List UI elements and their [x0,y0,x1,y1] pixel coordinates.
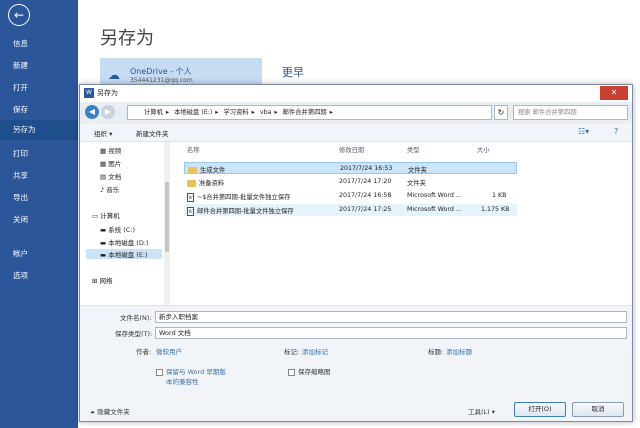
compat-label-line2: 本的兼容性 [166,378,199,386]
nav-close[interactable]: 关闭 [0,210,78,230]
drive-icon: ▬ [100,226,109,234]
network-icon: ⊞ [92,277,100,285]
tree-item-music[interactable]: ♪ 音乐 [100,184,119,194]
open-button[interactable]: 打开(O) [514,402,566,417]
nav-account[interactable]: 帐户 [0,244,78,264]
word-doc-icon: W [187,206,194,216]
computer-icon: ▭ [92,212,101,220]
checkbox-icon [156,368,163,376]
tools-button[interactable]: 工具(L) ▾ [468,406,495,416]
onedrive-email: 354441231@qq.com [130,77,193,84]
column-name[interactable]: 名称 [187,145,200,154]
thumbnail-checkbox[interactable]: 保存缩略图 [288,366,331,376]
address-input[interactable]: 计算机 ▸ 本地磁盘 (E:) ▸ 学习资料 ▸ vba ▸ 邮件合并第四期 ▸ [127,105,492,120]
file-row[interactable]: 生成文件 2017/7/24 16:53 文件夹 [184,162,517,174]
document-icon: ▤ [100,173,109,181]
back-arrow-icon[interactable]: ← [8,4,30,26]
tree-item-pictures[interactable]: ▦ 图片 [100,158,121,168]
dialog-titlebar[interactable]: W 另存为 ✕ [80,85,632,102]
nav-save-as[interactable]: 另存为 [0,120,78,140]
filename-input[interactable]: 新步入职档案 [155,311,627,323]
search-input[interactable]: 搜索 邮件合并第四期 [513,105,628,120]
nav-export[interactable]: 导出 [0,188,78,208]
file-row[interactable]: 准备资料 2017/7/24 17:20 文件夹 [184,176,517,188]
tags-label: 标记: [284,348,300,356]
author-value[interactable]: 微软用户 [156,346,182,356]
file-row[interactable]: W 邮件合并第四期-批量文件独立保存 2017/7/24 17:25 Micros… [184,204,517,216]
new-folder-button[interactable]: 新建文件夹 [136,128,169,138]
view-options-icon[interactable]: ☷▾ [578,127,589,136]
title-label: 标题: [428,348,444,356]
breadcrumb-mailmerge[interactable]: 邮件合并第四期 [283,109,327,116]
refresh-icon[interactable]: ↻ [494,105,508,120]
title-value[interactable]: 添加标题 [446,346,472,356]
word-doc-icon: W [187,192,194,202]
tree-item-network[interactable]: ⊞ 网络 [92,275,113,285]
tree-item-drive-e[interactable]: ▬ 本地磁盘 (E:) [86,249,162,259]
drive-icon: ▬ [100,239,109,247]
tree-item-documents[interactable]: ▤ 文档 [100,171,121,181]
dialog-toolbar: 组织 ▾ 新建文件夹 ☷▾ ? [80,124,632,142]
nav-info[interactable]: 信息 [0,34,78,54]
backstage-sidebar: ← 信息 新建 打开 保存 另存为 打印 共享 导出 关闭 帐户 选项 [0,0,78,428]
tree-item-computer[interactable]: ▭ 计算机 [92,210,120,220]
column-date[interactable]: 修改日期 [339,145,364,154]
tags-value[interactable]: 添加标记 [302,346,328,356]
dialog-title: 另存为 [97,89,118,97]
breadcrumb-vba[interactable]: vba [260,109,272,116]
tree-item-videos[interactable]: ▦ 视频 [100,145,121,155]
file-row[interactable]: W ~$合并第四期-批量文件独立保存 2017/7/24 16:58 Micros… [184,190,517,202]
folder-icon [187,179,196,187]
chevron-down-icon: ▾ [489,408,496,416]
tree-item-drive-d[interactable]: ▬ 本地磁盘 (D:) [100,237,149,247]
tree-scrollbar[interactable] [164,142,170,305]
nav-open[interactable]: 打开 [0,78,78,98]
address-bar-area: ◀ ▶ 计算机 ▸ 本地磁盘 (E:) ▸ 学习资料 ▸ vba ▸ 邮件合并第四期 ▸ … [80,102,632,124]
nav-share[interactable]: 共享 [0,166,78,186]
checkbox-icon [288,368,295,376]
organize-button[interactable]: 组织 ▾ [94,128,112,138]
column-size[interactable]: 大小 [477,145,490,154]
close-icon[interactable]: ✕ [600,86,628,100]
nav-options[interactable]: 选项 [0,266,78,286]
nav-print[interactable]: 打印 [0,144,78,164]
forward-icon[interactable]: ▶ [101,105,115,119]
breadcrumb-computer[interactable]: 计算机 [144,109,163,116]
hide-folders-toggle[interactable]: ⏶ 隐藏文件夹 [90,406,130,417]
nav-new[interactable]: 新建 [0,56,78,76]
author-label: 作者: [136,348,152,356]
column-type[interactable]: 类型 [407,145,420,154]
cancel-button[interactable]: 取消 [572,402,624,417]
drive-icon: ▬ [100,251,109,259]
save-form: 文件名(N): 新步入职档案 保存类型(T): Word 文档 作者: 微软用户… [80,305,632,400]
page-title: 另存为 [100,28,154,49]
filename-label: 文件名(N): [120,314,152,322]
dialog-footer: ⏶ 隐藏文件夹 工具(L) ▾ 打开(O) 取消 [80,398,632,421]
breadcrumb-study[interactable]: 学习资料 [223,109,248,116]
filetype-label: 保存类型(T): [115,330,153,338]
word-icon: W [84,88,94,98]
help-icon[interactable]: ? [614,127,618,136]
back-icon[interactable]: ◀ [85,105,99,119]
nav-save[interactable]: 保存 [0,100,78,120]
picture-icon: ▦ [100,160,109,168]
save-as-dialog: W 另存为 ✕ ◀ ▶ 计算机 ▸ 本地磁盘 (E:) ▸ 学习资料 ▸ vba ▸ 邮… [79,84,633,422]
video-icon: ▦ [100,147,109,155]
tree-scroll-thumb[interactable] [165,182,169,252]
compat-checkbox[interactable]: 保留与 Word 早期版 [156,366,226,376]
navigation-tree: ▦ 视频 ▦ 图片 ▤ 文档 ♪ 音乐 ▭ 计算机 ▬ 系统 (C:) ▬ 本地… [80,142,170,305]
onedrive-name: OneDrive - 个人 [130,67,192,76]
folder-icon [188,166,197,174]
tree-item-system-c[interactable]: ▬ 系统 (C:) [100,224,135,234]
filetype-select[interactable]: Word 文档 [155,327,627,339]
recent-title: 更早 [282,66,304,79]
cloud-icon: ☁ [108,68,120,82]
file-list: 名称 修改日期 类型 大小 生成文件 2017/7/24 16:53 文件夹 准… [171,142,632,305]
breadcrumb-drive-e[interactable]: 本地磁盘 (E:) [174,109,212,116]
